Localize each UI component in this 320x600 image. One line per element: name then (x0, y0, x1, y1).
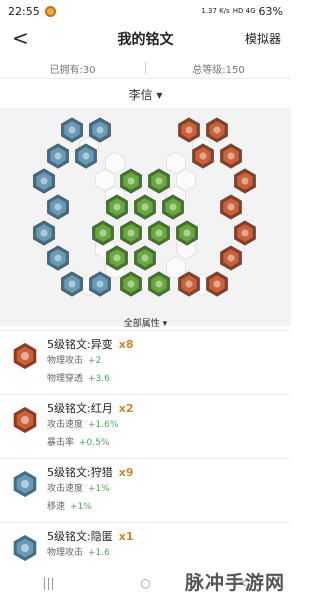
all-attributes-toggle[interactable]: 全部属性 ▾ (0, 316, 291, 329)
rune-title: 5级铭文:异变 (47, 338, 113, 351)
red-rune-slot[interactable] (220, 194, 242, 220)
owned-count: 已拥有:30 (49, 64, 96, 76)
attr-value: +1.6% (88, 420, 119, 430)
rune-board-canvas (33, 117, 256, 297)
rune-list: 5级铭文:异变 x8 物理攻击 +2 物理穿透 +3.6 5级铭文:红月 x2 攻击速度… (0, 330, 291, 586)
rune-count: x2 (118, 402, 134, 415)
blue-rune-slot[interactable] (47, 143, 69, 169)
app-notification-icon (44, 5, 56, 17)
attr-name: 物理攻击 (47, 356, 84, 366)
watermark: 脉冲手游网 (184, 572, 285, 594)
attr-name: 攻击速度 (47, 484, 84, 494)
clock: 22:55 (8, 4, 40, 18)
green-rune-slot[interactable] (120, 220, 142, 246)
blue-rune-slot[interactable] (47, 194, 69, 220)
red-rune-slot[interactable] (220, 245, 242, 271)
rune-count: x1 (118, 530, 134, 543)
red-rune-slot[interactable] (220, 143, 242, 169)
attr-value: +1.6 (88, 548, 110, 558)
attr-name: 攻击速度 (47, 420, 84, 430)
green-rune-slot[interactable] (148, 271, 170, 297)
green-rune-slot[interactable] (148, 220, 170, 246)
red-rune-slot[interactable] (178, 117, 200, 143)
rune-hex-glyph (21, 416, 29, 424)
attr-name: 移速 (47, 502, 66, 512)
rune-count: x9 (118, 466, 134, 479)
attr-value: +0.5% (79, 438, 110, 448)
rune-hex-glyph (21, 480, 29, 488)
attr-name: 物理穿透 (47, 374, 84, 384)
attr-value: +1% (70, 502, 92, 512)
blue-rune-slot[interactable] (47, 245, 69, 271)
blue-rune-slot[interactable] (61, 117, 83, 143)
recent-apps-button[interactable]: ||| (29, 576, 69, 590)
home-button[interactable]: ○ (126, 576, 166, 590)
rune-hex-glyph (21, 544, 29, 552)
rune-hex-icon (13, 343, 37, 369)
rune-item[interactable]: 5级铭文:狩猎 x9 攻击速度 +1% 移速 +1% (0, 458, 291, 522)
hero-name: 李信 (128, 88, 153, 102)
rune-hex-glyph (21, 352, 29, 360)
blue-rune-slot[interactable] (33, 220, 55, 246)
green-rune-slot[interactable] (120, 271, 142, 297)
battery-level: 63% (258, 4, 283, 18)
rune-hex-icon (13, 471, 37, 497)
attr-value: +1% (88, 484, 110, 494)
status-bar: 22:55 1.37 K/s HD 4G 63% (0, 0, 291, 22)
rune-title: 5级铭文:隐匿 (47, 530, 113, 543)
page-title: 我的铭文 (117, 32, 174, 48)
blue-rune-slot[interactable] (89, 117, 111, 143)
red-rune-slot[interactable] (206, 117, 228, 143)
total-level: 总等级:150 (192, 64, 245, 76)
back-button[interactable]: < (12, 26, 29, 50)
network-type: HD 4G (232, 7, 256, 15)
rune-hex-icon (13, 407, 37, 433)
green-rune-slot[interactable] (134, 245, 156, 271)
simulator-button[interactable]: 模拟器 (245, 30, 281, 47)
chevron-down-icon: ▾ (156, 88, 163, 102)
green-rune-slot[interactable] (134, 194, 156, 220)
network-speed: 1.37 K/s (201, 7, 230, 15)
red-rune-slot[interactable] (234, 168, 256, 194)
green-rune-slot[interactable] (120, 168, 142, 194)
red-rune-slot[interactable] (234, 220, 256, 246)
rune-hex-icon (13, 535, 37, 561)
attr-value: +2 (88, 356, 102, 366)
chevron-down-icon: ▾ (162, 319, 168, 329)
attr-name: 物理攻击 (47, 548, 84, 558)
rune-item[interactable]: 5级铭文:红月 x2 攻击速度 +1.6% 暴击率 +0.5% (0, 394, 291, 458)
attr-name: 暴击率 (47, 438, 75, 448)
all-attributes-label: 全部属性 (123, 319, 160, 329)
rune-board (0, 108, 291, 326)
rune-title: 5级铭文:红月 (47, 402, 113, 415)
blue-rune-slot[interactable] (33, 168, 55, 194)
rune-count: x8 (118, 338, 134, 351)
nav-bar: < 我的铭文 模拟器 (0, 22, 291, 56)
rune-title: 5级铭文:狩猎 (47, 466, 113, 479)
green-rune-slot[interactable] (148, 168, 170, 194)
rune-item[interactable]: 5级铭文:异变 x8 物理攻击 +2 物理穿透 +3.6 (0, 330, 291, 394)
stats-row: 已拥有:30 总等级:150 (0, 58, 291, 79)
blue-rune-slot[interactable] (61, 271, 83, 297)
red-rune-slot[interactable] (206, 271, 228, 297)
hero-selector[interactable]: 李信 ▾ (0, 86, 291, 103)
attr-value: +3.6 (88, 374, 110, 384)
